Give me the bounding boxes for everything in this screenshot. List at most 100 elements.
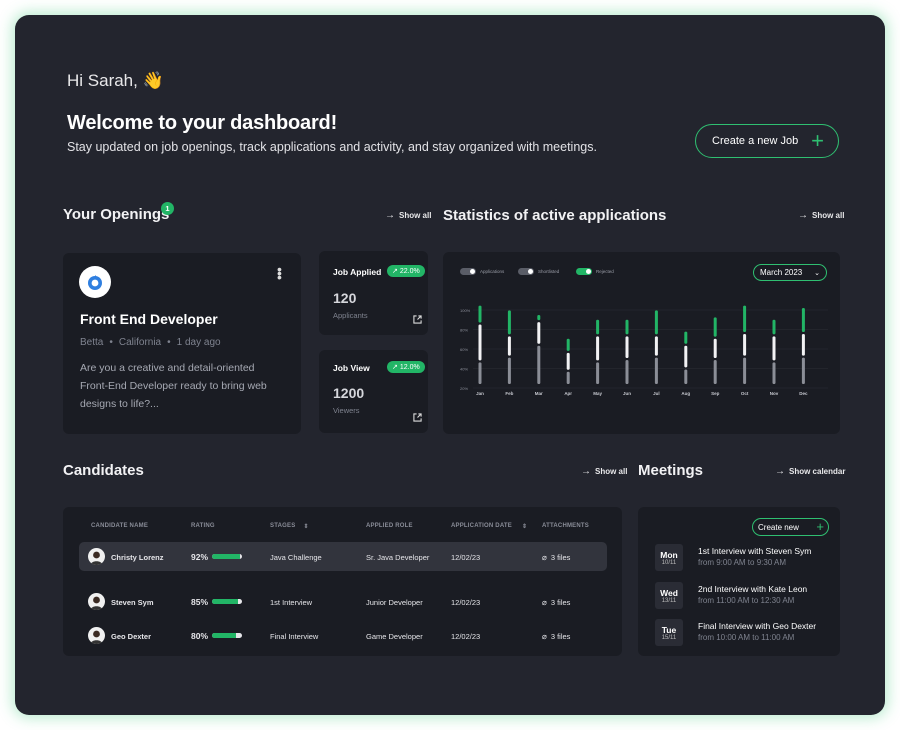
bar-applications <box>772 362 776 384</box>
bar-applications <box>566 371 570 384</box>
show-calendar-link[interactable]: → Show calendar <box>775 466 845 477</box>
candidate-name[interactable]: Steven Sym <box>111 598 154 607</box>
openings-show-all-link[interactable]: → Show all <box>385 210 431 221</box>
dashboard-frame: Hi Sarah, 👋 Welcome to your dashboard! S… <box>15 15 885 715</box>
bar-rejected <box>713 317 717 337</box>
attachments-count: 3 files <box>550 632 571 641</box>
job-applied-card[interactable]: Job Applied ↗ 22.0% 120 Applicants <box>319 251 428 335</box>
candidates-show-all-link[interactable]: → Show all <box>581 466 627 477</box>
plus-icon: + <box>816 519 824 534</box>
candidate-role: Game Developer <box>366 632 423 641</box>
x-tick-label: Jan <box>476 391 484 396</box>
bar-applications <box>478 362 482 384</box>
job-opening-card[interactable]: • • • Front End Developer Betta • Californ… <box>63 253 301 434</box>
stat-label: Job View <box>333 363 370 373</box>
meeting-title: 1st Interview with Steven Sym <box>698 546 812 556</box>
candidate-name[interactable]: Christy Lorenz <box>111 553 164 562</box>
legend-toggle-applications[interactable]: Applications <box>460 268 504 275</box>
candidate-name[interactable]: Geo Dexter <box>111 632 151 641</box>
bar-rejected <box>537 315 541 321</box>
column-header-rating[interactable]: RATING <box>191 523 215 529</box>
table-row[interactable]: Steven Sym 85% 1st Interview Junior Deve… <box>79 587 607 616</box>
column-header-stages[interactable]: STAGES ⇕ <box>270 523 309 530</box>
trend-up-icon: ↗ <box>392 268 398 275</box>
bar-shortlisted <box>537 322 541 344</box>
avatar-person-icon <box>90 596 103 610</box>
toggle-switch <box>576 268 592 275</box>
y-tick-label: 80% <box>460 328 468 333</box>
openings-count-badge: 1 <box>161 202 174 215</box>
candidates-title: Candidates <box>63 462 144 479</box>
external-link-icon[interactable] <box>413 315 422 324</box>
avatar-person-icon <box>90 551 103 565</box>
attachments-link[interactable]: ⌀ 3 files <box>542 553 570 562</box>
attachments-link[interactable]: ⌀ 3 files <box>542 598 570 607</box>
application-date: 12/02/23 <box>451 632 481 641</box>
sort-icon[interactable]: ⇕ <box>522 523 527 530</box>
month-select[interactable]: March 2023 ⌄ <box>753 264 827 281</box>
column-header-role[interactable]: APPLIED ROLE <box>366 523 413 529</box>
table-row[interactable]: Geo Dexter 80% Final Interview Game Deve… <box>79 621 607 650</box>
table-row[interactable]: Christy Lorenz 92% Java Challenge Sr. Ja… <box>79 542 607 571</box>
bar-rejected <box>478 305 482 323</box>
bar-rejected <box>625 319 629 335</box>
legend-toggle-rejected[interactable]: Rejected <box>576 268 614 275</box>
rating-bar <box>212 599 242 604</box>
legend-label: Applications <box>480 269 505 274</box>
bar-rejected <box>596 319 600 335</box>
meeting-day: Wed <box>660 587 678 598</box>
column-header-name[interactable]: CANDIDATE NAME <box>91 523 148 529</box>
stat-change: 22.0% <box>399 267 420 275</box>
separator-dot-icon: • <box>167 337 171 348</box>
bar-applications <box>654 357 658 384</box>
arrow-right-icon: → <box>581 466 591 477</box>
external-link-icon[interactable] <box>413 413 422 422</box>
job-title: Front End Developer <box>80 311 218 327</box>
meeting-date: 13/11 <box>661 597 677 604</box>
meeting-item[interactable]: Tue 15/11 Final Interview with Geo Dexte… <box>655 619 835 649</box>
job-company: Betta <box>80 337 104 348</box>
bar-applications <box>743 357 747 384</box>
attachments-count: 3 files <box>550 598 571 607</box>
meeting-item[interactable]: Mon 10/11 1st Interview with Steven Sym … <box>655 544 835 574</box>
create-meeting-button[interactable]: Create new + <box>752 518 829 536</box>
bar-rejected <box>566 338 570 351</box>
legend-toggle-shortlisted[interactable]: Shortlisted <box>518 268 559 275</box>
job-view-card[interactable]: Job View ↗ 12.0% 1200 Viewers <box>319 350 428 433</box>
statistics-show-all-link[interactable]: → Show all <box>798 210 844 221</box>
rating-bar <box>212 633 242 638</box>
meeting-time: from 9:00 AM to 9:30 AM <box>698 558 787 567</box>
create-meeting-label: Create new <box>758 522 799 532</box>
meeting-title: 2nd Interview with Kate Leon <box>698 584 808 594</box>
toggle-switch <box>518 268 534 275</box>
bar-rejected <box>654 310 658 335</box>
stat-change-badge: ↗ 22.0% <box>387 265 425 277</box>
candidates-show-all-label: Show all <box>595 467 628 476</box>
x-tick-label: Sep <box>711 391 720 396</box>
more-options-icon[interactable]: • • • <box>277 262 282 284</box>
meeting-date-box: Wed 13/11 <box>655 582 683 609</box>
bar-shortlisted <box>743 333 747 356</box>
bar-shortlisted <box>801 333 805 356</box>
meeting-day: Mon <box>660 549 678 560</box>
meeting-item[interactable]: Wed 13/11 2nd Interview with Kate Leon f… <box>655 582 835 612</box>
legend-label: Rejected <box>596 269 614 274</box>
bar-rejected <box>801 307 805 332</box>
company-logo <box>79 266 111 298</box>
toggle-switch <box>460 268 476 275</box>
x-tick-label: Jul <box>653 391 660 396</box>
job-location: California <box>118 337 162 348</box>
create-job-button[interactable]: Create a new Job + <box>695 124 839 158</box>
sort-icon[interactable]: ⇕ <box>303 523 308 530</box>
column-header-date[interactable]: APPLICATION DATE ⇕ <box>451 523 527 530</box>
meeting-time: from 11:00 AM to 12:30 AM <box>698 596 795 605</box>
column-header-label: APPLICATION DATE <box>451 523 512 529</box>
bar-shortlisted <box>625 336 629 358</box>
column-header-attachments[interactable]: ATTACHMENTS <box>542 523 589 529</box>
attachments-link[interactable]: ⌀ 3 files <box>542 632 570 641</box>
x-tick-label: Aug <box>681 391 690 396</box>
stat-sub: Applicants <box>333 311 368 320</box>
candidate-rating: 85% <box>191 597 209 607</box>
meeting-date-box: Tue 15/11 <box>655 619 683 646</box>
rating-bar-fill <box>212 554 240 559</box>
